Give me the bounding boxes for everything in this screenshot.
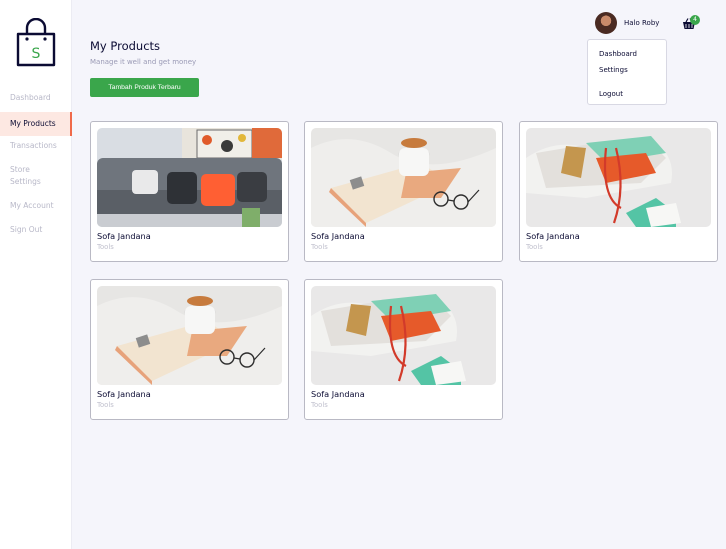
product-category: Tools (311, 243, 328, 251)
product-category: Tools (97, 401, 114, 409)
add-product-button[interactable]: Tambah Produk Terbaru (90, 78, 199, 97)
product-card[interactable]: Sofa Jandana Tools (304, 279, 503, 420)
product-image[interactable] (97, 286, 282, 385)
sidebar-item-my-products[interactable]: My Products (0, 112, 72, 136)
user-menu-toggle[interactable]: Halo Roby (595, 12, 659, 34)
product-image[interactable] (97, 128, 282, 227)
product-name[interactable]: Sofa Jandana (97, 389, 151, 399)
avatar[interactable] (595, 12, 617, 34)
sidebar-item-store-settings[interactable]: Store Settings (0, 160, 72, 196)
product-image[interactable] (311, 286, 496, 385)
product-card[interactable]: Sofa Jandana Tools (90, 121, 289, 262)
sidebar-item-transactions[interactable]: Transactions (0, 136, 72, 160)
product-card[interactable]: Sofa Jandana Tools (90, 279, 289, 420)
product-name[interactable]: Sofa Jandana (526, 231, 580, 241)
sidebar-nav: Dashboard My Products Transactions Store… (0, 88, 72, 244)
svg-text:S: S (32, 46, 41, 62)
product-category: Tools (311, 401, 328, 409)
cart-count-badge: 4 (690, 15, 700, 25)
product-name[interactable]: Sofa Jandana (311, 231, 365, 241)
sidebar-item-my-account[interactable]: My Account (0, 196, 72, 220)
user-dropdown-menu: Dashboard Settings Logout (587, 39, 667, 105)
cart-button[interactable]: 4 (682, 15, 702, 31)
page-title: My Products (90, 39, 161, 53)
dropdown-item-logout[interactable]: Logout (599, 86, 655, 102)
product-name[interactable]: Sofa Jandana (311, 389, 365, 399)
product-category: Tools (97, 243, 114, 251)
shopping-bag-logo-icon[interactable]: S (15, 18, 57, 68)
product-image[interactable] (526, 128, 711, 227)
dropdown-item-settings[interactable]: Settings (599, 62, 655, 78)
product-category: Tools (526, 243, 543, 251)
page-subtitle: Manage it well and get money (90, 58, 197, 66)
product-image[interactable] (311, 128, 496, 227)
user-greeting[interactable]: Halo Roby (624, 19, 659, 27)
sidebar: S Dashboard My Products Transactions Sto… (0, 0, 72, 549)
dropdown-item-dashboard[interactable]: Dashboard (599, 46, 655, 62)
sidebar-item-sign-out[interactable]: Sign Out (0, 220, 72, 244)
product-name[interactable]: Sofa Jandana (97, 231, 151, 241)
sidebar-item-dashboard[interactable]: Dashboard (0, 88, 72, 112)
product-card[interactable]: Sofa Jandana Tools (519, 121, 718, 262)
product-card[interactable]: Sofa Jandana Tools (304, 121, 503, 262)
